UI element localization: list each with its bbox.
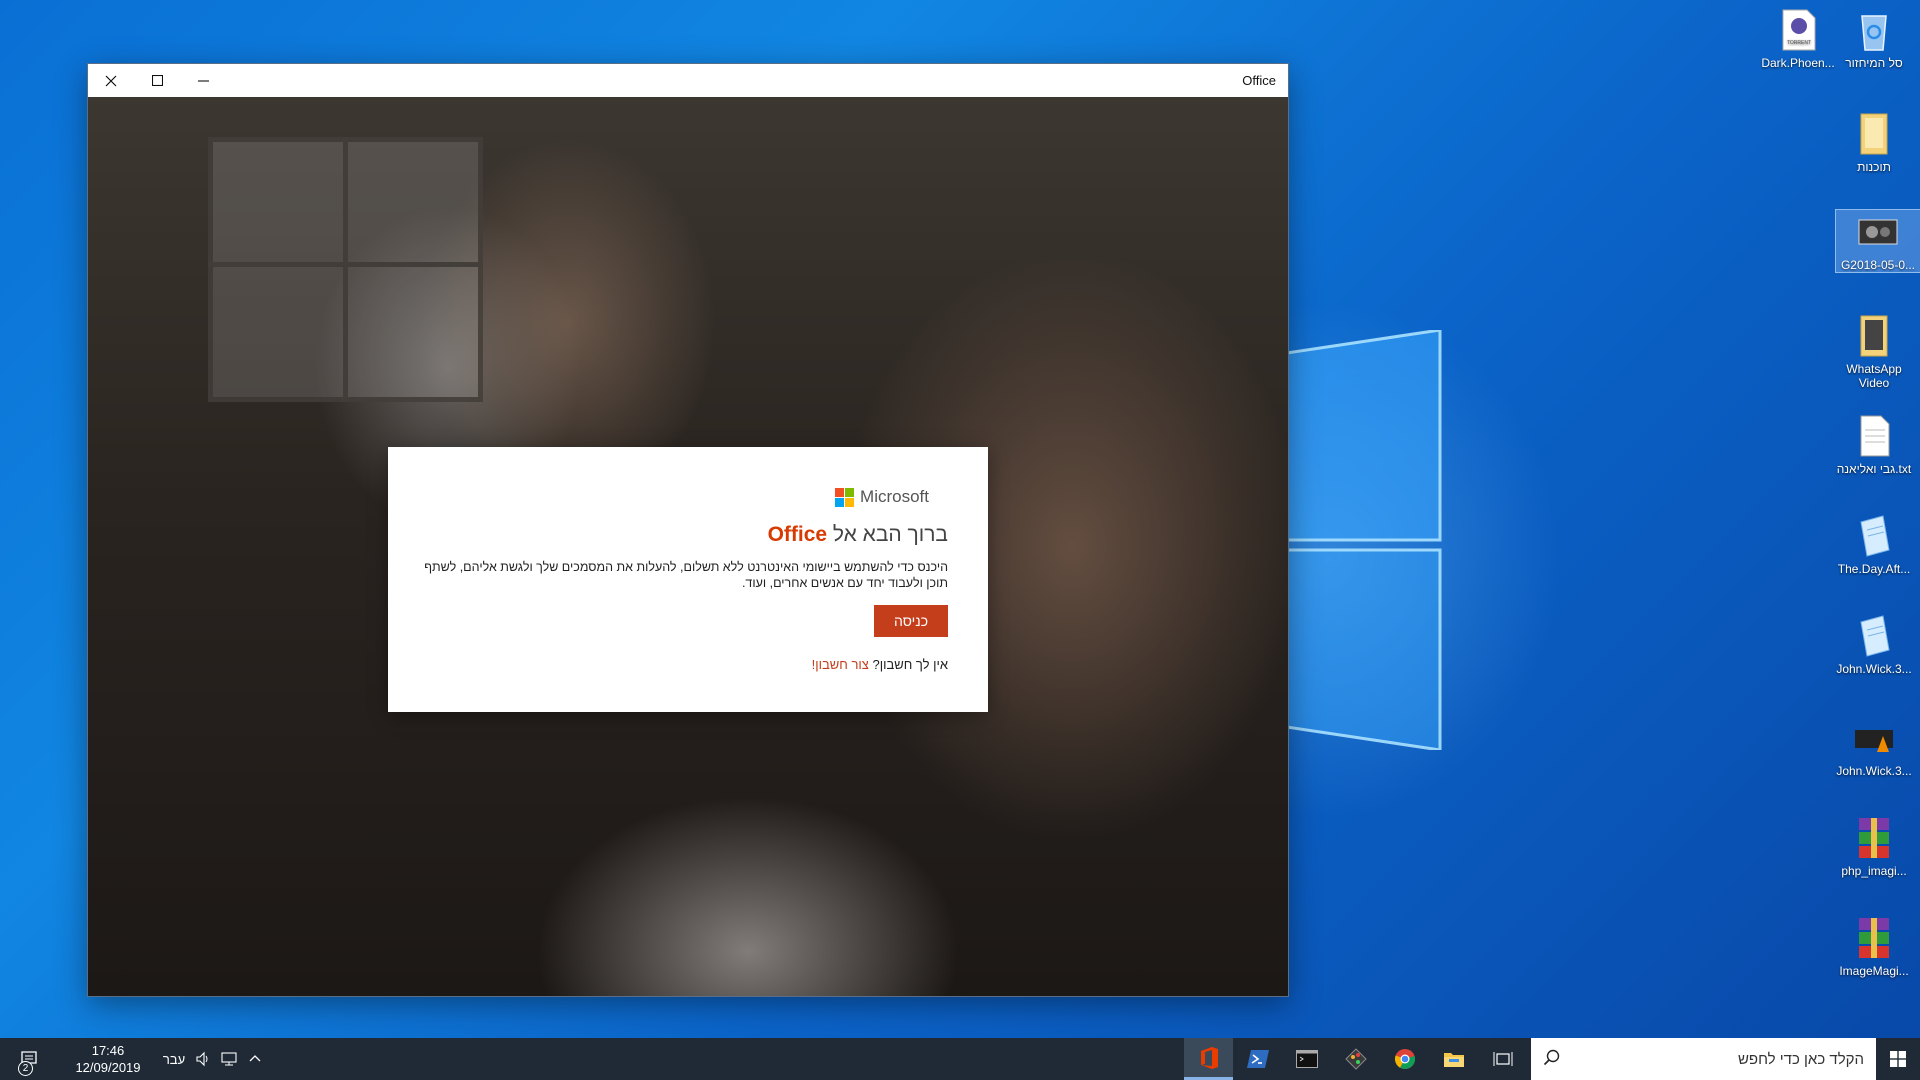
taskbar-task-view[interactable]	[1478, 1038, 1527, 1080]
show-hidden-icons-button[interactable]	[242, 1038, 268, 1080]
desktop-icon-recycle-bin[interactable]: סל המיחזור	[1832, 8, 1916, 70]
maximize-icon	[151, 75, 163, 86]
microsoft-logo-text: Microsoft	[860, 487, 929, 506]
no-account-text: אין לך חשבון? צור חשבון!	[812, 657, 948, 672]
desktop-icon-day-after[interactable]: The.Day.Aft...	[1832, 514, 1916, 576]
speaker-icon	[196, 1051, 208, 1067]
language-indicator[interactable]: עבר	[158, 1038, 190, 1080]
taskbar: 2 17:46 12/09/2019 עבר הקלד כאן כדי לחפש	[0, 1038, 1920, 1080]
task-view-icon	[1493, 1052, 1512, 1066]
signin-button[interactable]: כניסה	[874, 605, 948, 637]
desktop-icons: סל המיחזור TORRENT Dark.Phoen... תוכנות …	[1750, 0, 1920, 1035]
search-icon	[1543, 1049, 1560, 1066]
taskbar-app-chrome[interactable]	[1380, 1038, 1429, 1080]
window-title: Office	[1242, 73, 1276, 88]
taskbar-clock[interactable]: 17:46 12/09/2019	[58, 1038, 158, 1080]
search-placeholder: הקלד כאן כדי לחפש	[1737, 1050, 1864, 1068]
dialog-title: ברוך הבא אל Office	[768, 523, 948, 547]
microsoft-logo-icon	[835, 487, 855, 507]
taskbar-app-powershell[interactable]	[1233, 1038, 1282, 1080]
window-pane-decor	[343, 137, 483, 267]
window-titlebar[interactable]: Office	[88, 64, 1288, 97]
maximize-button[interactable]	[134, 64, 180, 97]
window-pane-decor	[343, 262, 483, 402]
no-account-label: אין לך חשבון?	[868, 657, 948, 672]
microsoft-logo: Microsoft	[835, 487, 929, 507]
desktop-icon-john-wick-notepad[interactable]: John.Wick.3...	[1832, 614, 1916, 676]
video-thumbnail-icon	[1857, 210, 1899, 254]
windows-logo-icon	[1890, 1051, 1906, 1067]
minimize-button[interactable]	[180, 64, 226, 97]
clock-date: 12/09/2019	[75, 1060, 141, 1075]
desktop-icon-imagemagick[interactable]: ImageMagi...	[1832, 916, 1916, 978]
desktop-icon-php-imagick[interactable]: php_imagi...	[1832, 816, 1916, 878]
network-button[interactable]	[216, 1038, 242, 1080]
winrar-archive-icon	[1853, 816, 1895, 860]
notepad-file-icon	[1853, 614, 1895, 658]
desktop-icon-programs-folder[interactable]: תוכנות	[1832, 112, 1916, 174]
chrome-icon	[1394, 1049, 1415, 1069]
notification-count-badge: 2	[18, 1061, 33, 1076]
office-window: Office Microsoft ברוך הבא אל Office היכנ…	[88, 64, 1288, 996]
torrent-file-icon: TORRENT	[1777, 8, 1819, 52]
action-center-button[interactable]: 2	[0, 1038, 58, 1080]
taskbar-app-git[interactable]	[1331, 1038, 1380, 1080]
volume-button[interactable]	[190, 1038, 216, 1080]
desktop-icon-text-file[interactable]: גבי ואליאנה.txt	[1832, 414, 1916, 476]
taskbar-search-box[interactable]: הקלד כאן כדי לחפש	[1531, 1038, 1876, 1080]
desktop-icon-whatsapp-video[interactable]: WhatsApp Video	[1832, 314, 1916, 390]
chevron-up-icon	[249, 1055, 261, 1062]
taskbar-app-office[interactable]	[1184, 1038, 1233, 1080]
dialog-title-prefix: ברוך הבא אל	[827, 523, 948, 546]
file-explorer-icon	[1443, 1053, 1464, 1067]
minimize-icon	[197, 80, 209, 82]
window-pane-decor	[208, 262, 348, 402]
text-file-icon	[1853, 414, 1895, 458]
vlc-video-icon	[1853, 716, 1895, 760]
recycle-bin-icon	[1853, 8, 1895, 52]
close-icon	[105, 75, 117, 86]
clock-time: 17:46	[91, 1043, 125, 1058]
svg-text:TORRENT: TORRENT	[1787, 40, 1811, 46]
git-icon	[1344, 1048, 1367, 1070]
folder-icon	[1853, 314, 1895, 358]
terminal-icon	[1295, 1050, 1318, 1068]
dialog-title-brand: Office	[767, 523, 828, 546]
taskbar-app-file-explorer[interactable]	[1429, 1038, 1478, 1080]
desktop-icon-torrent[interactable]: TORRENT Dark.Phoen...	[1756, 8, 1840, 70]
notepad-file-icon	[1853, 514, 1895, 558]
system-tray: 2 17:46 12/09/2019 עבר	[0, 1038, 268, 1080]
create-account-link[interactable]: צור חשבון!	[812, 657, 869, 672]
taskbar-apps	[1184, 1038, 1527, 1080]
office-icon	[1200, 1046, 1218, 1069]
dialog-description: היכנס כדי להשתמש ביישומי האינטרנט ללא תש…	[424, 560, 948, 590]
background-photo: Microsoft ברוך הבא אל Office היכנס כדי ל…	[88, 97, 1288, 996]
folder-icon	[1853, 112, 1895, 156]
winrar-archive-icon	[1853, 916, 1895, 960]
signin-dialog: Microsoft ברוך הבא אל Office היכנס כדי ל…	[388, 447, 988, 712]
powershell-icon	[1246, 1050, 1269, 1068]
desktop-icon-john-wick-video[interactable]: John.Wick.3...	[1832, 716, 1916, 778]
network-icon	[221, 1052, 237, 1066]
close-button[interactable]	[88, 64, 134, 97]
start-button[interactable]	[1876, 1038, 1920, 1080]
taskbar-app-terminal[interactable]	[1282, 1038, 1331, 1080]
desktop-icon-video-thumbnail[interactable]: G2018-05-0...	[1835, 209, 1920, 273]
window-pane-decor	[208, 137, 348, 267]
